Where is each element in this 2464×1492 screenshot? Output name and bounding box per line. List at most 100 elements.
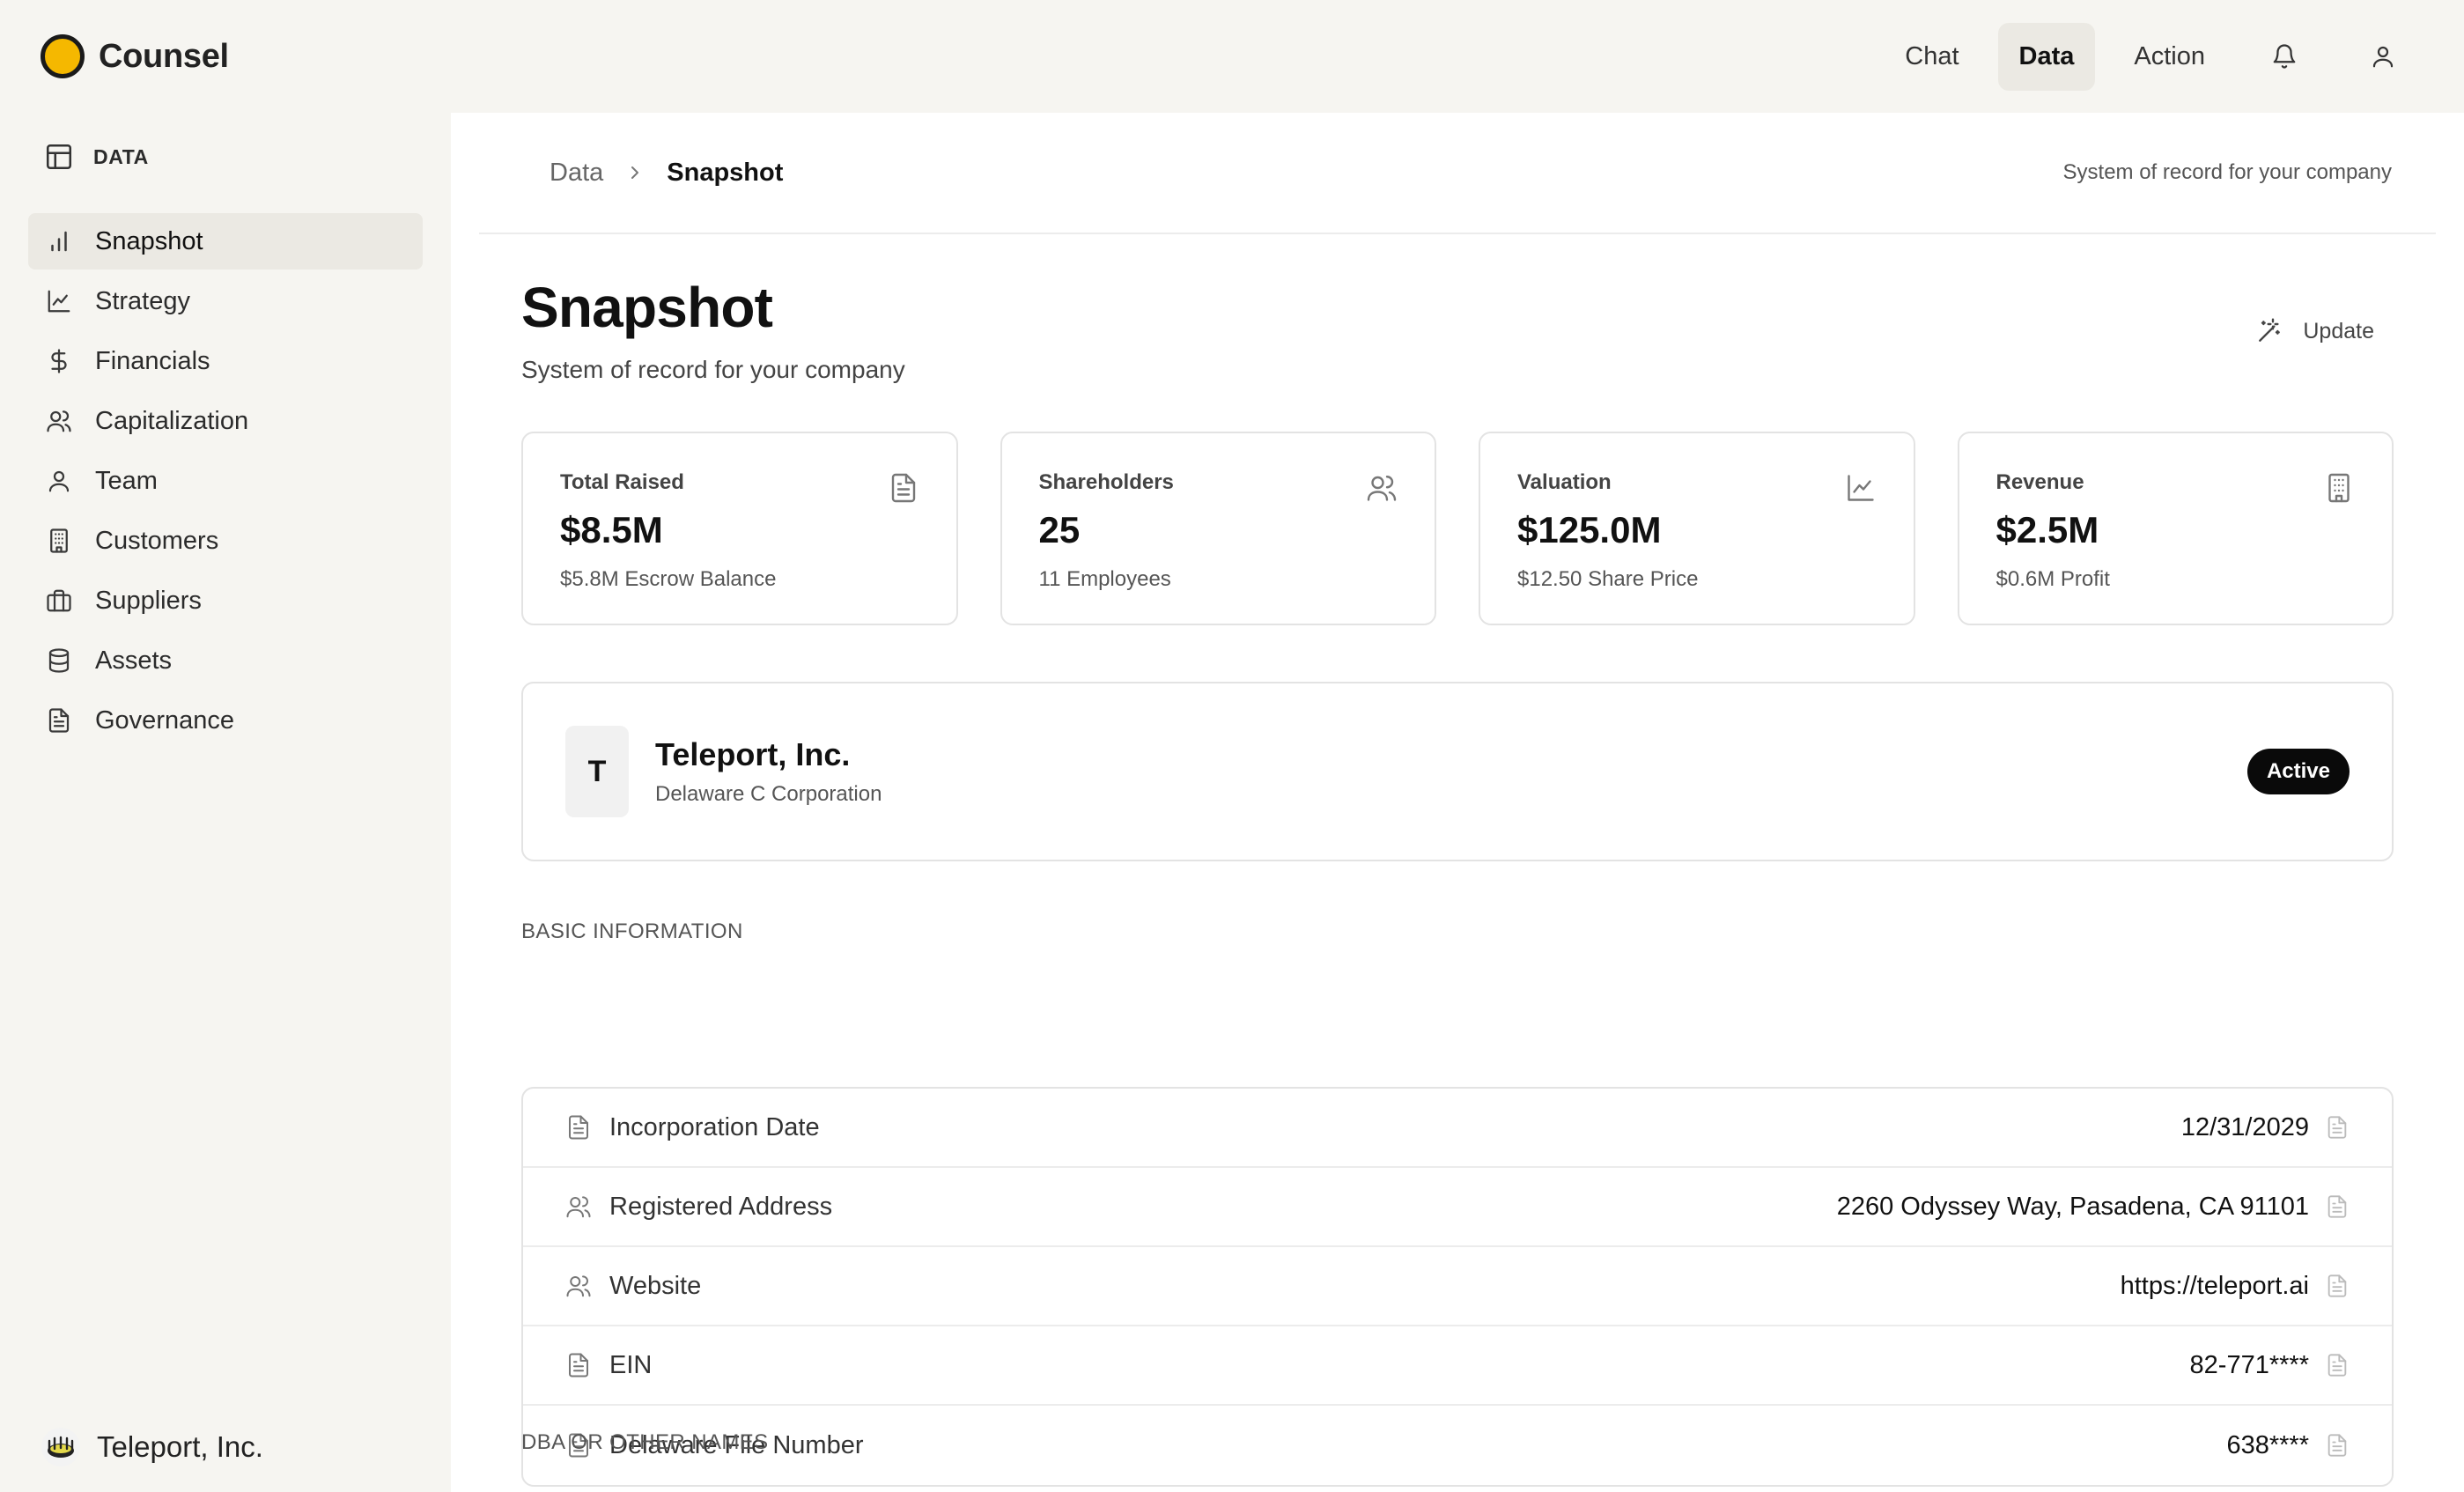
stat-card-shareholders[interactable]: Shareholders 25 11 Employees (1000, 432, 1436, 625)
sidebar-section-header: DATA (28, 130, 423, 183)
update-button[interactable]: Update (2255, 317, 2374, 345)
document-icon (569, 1353, 588, 1378)
source-document-icon[interactable] (2325, 1352, 2350, 1378)
dollar-icon (51, 349, 67, 373)
company-info: Teleport, Inc. Delaware C Corporation (655, 736, 882, 807)
stat-card-valuation[interactable]: Valuation $125.0M $12.50 Share Price (1479, 432, 1915, 625)
stat-subtext: $0.6M Profit (1996, 567, 2110, 591)
magic-wand-icon (2259, 318, 2281, 342)
bar-chart-icon (51, 231, 67, 252)
source-document-icon[interactable] (2325, 1193, 2350, 1220)
info-row-delaware-file-number[interactable]: Delaware File Number 638**** (523, 1406, 2392, 1485)
breadcrumb-link-data[interactable]: Data (550, 159, 603, 188)
stat-subtext: $5.8M Escrow Balance (560, 567, 777, 591)
sidebar-item-label: Capitalization (95, 406, 249, 435)
sidebar-item-customers[interactable]: Customers (28, 513, 423, 569)
stat-value: $8.5M (560, 509, 663, 550)
company-type: Delaware C Corporation (655, 782, 882, 806)
document-icon (48, 708, 70, 733)
sidebar-item-label: Snapshot (95, 226, 203, 255)
info-label: EIN (609, 1350, 653, 1379)
org-switcher[interactable]: Teleport, Inc. (41, 1427, 263, 1467)
stat-value: $2.5M (1996, 509, 2099, 550)
top-bar: Counsel Chat Data Action (0, 0, 2464, 113)
info-row-website[interactable]: Website https://teleport.ai (523, 1247, 2392, 1326)
layout-icon (46, 144, 72, 170)
building-icon (2328, 473, 2350, 503)
sidebar-item-capitalization[interactable]: Capitalization (28, 393, 423, 449)
database-icon (48, 648, 70, 673)
stat-subtext: $12.50 Share Price (1517, 567, 1699, 591)
stat-value: 25 (1038, 509, 1081, 550)
sidebar-item-assets[interactable]: Assets (28, 632, 423, 689)
company-card: T Teleport, Inc. Delaware C Corporation … (521, 682, 2394, 861)
sidebar-item-financials[interactable]: Financials (28, 333, 423, 389)
sidebar-item-label: Team (95, 466, 158, 495)
sidebar-item-snapshot[interactable]: Snapshot (28, 213, 423, 270)
users-icon (47, 410, 71, 432)
page-title: Snapshot (521, 276, 773, 339)
document-icon (891, 473, 915, 503)
sidebar-item-governance[interactable]: Governance (28, 692, 423, 749)
info-value: 12/31/2029 (2180, 1112, 2309, 1141)
info-value[interactable]: https://teleport.ai (2121, 1272, 2309, 1301)
stat-value: $125.0M (1517, 509, 1662, 550)
app-name: Counsel (99, 37, 229, 75)
sidebar: DATA Snapshot Strategy Financials Capita… (0, 113, 451, 1492)
sidebar-item-label: Assets (95, 646, 173, 675)
sidebar-item-label: Financials (95, 346, 210, 375)
source-document-icon[interactable] (2325, 1273, 2350, 1299)
org-name: Teleport, Inc. (97, 1430, 263, 1463)
tab-chat[interactable]: Chat (1884, 23, 1980, 91)
breadcrumb: Data Snapshot (550, 159, 783, 188)
brand[interactable]: Counsel (41, 34, 229, 78)
source-document-icon[interactable] (2325, 1114, 2350, 1141)
info-label: Registered Address (609, 1192, 833, 1221)
user-icon (48, 470, 70, 492)
sidebar-item-team[interactable]: Team (28, 453, 423, 509)
chevron-right-icon (631, 166, 639, 179)
sidebar-item-strategy[interactable]: Strategy (28, 273, 423, 329)
sidebar-item-label: Customers (95, 526, 219, 555)
company-avatar: T (565, 726, 629, 817)
stat-label: Shareholders (1038, 470, 1174, 494)
user-icon[interactable] (2342, 25, 2423, 88)
info-value: 2260 Odyssey Way, Pasadena, CA 91101 (1836, 1192, 2309, 1221)
info-label: Incorporation Date (609, 1112, 820, 1141)
stat-card-total-raised[interactable]: Total Raised $8.5M $5.8M Escrow Balance (521, 432, 958, 625)
update-label: Update (2303, 318, 2374, 343)
users-icon (1367, 476, 1397, 501)
basic-info-table: Incorporation Date 12/31/2029 Registered… (521, 1087, 2394, 1487)
briefcase-icon (47, 589, 71, 612)
breadcrumb-current: Snapshot (667, 158, 784, 187)
stat-subtext: 11 Employees (1038, 567, 1171, 591)
tab-data[interactable]: Data (1997, 22, 2096, 91)
company-name: Teleport, Inc. (655, 736, 851, 772)
document-icon (569, 1115, 588, 1140)
teleport-logo-icon (41, 1428, 80, 1466)
section-title-dba-other-names: DBA OR OTHER NAMES (521, 1430, 769, 1454)
stat-card-revenue[interactable]: Revenue $2.5M $0.6M Profit (1957, 432, 2394, 625)
main-content: Data Snapshot System of record for your … (451, 113, 2464, 1492)
sidebar-section-label: DATA (93, 144, 149, 168)
status-badge: Active (2246, 749, 2350, 794)
breadcrumb-bar: Data Snapshot System of record for your … (479, 113, 2436, 234)
section-title-basic-information: BASIC INFORMATION (521, 920, 743, 943)
users-icon (566, 1196, 591, 1218)
sidebar-item-label: Governance (95, 705, 234, 735)
info-row-incorporation-date[interactable]: Incorporation Date 12/31/2029 (523, 1089, 2392, 1168)
sidebar-item-label: Strategy (95, 286, 190, 315)
stats-row: Total Raised $8.5M $5.8M Escrow Balance … (521, 432, 2394, 625)
tab-action[interactable]: Action (2113, 23, 2226, 91)
info-row-ein[interactable]: EIN 82-771**** (523, 1326, 2392, 1406)
stat-label: Total Raised (560, 470, 684, 494)
line-chart-icon (48, 290, 70, 313)
bell-icon[interactable] (2244, 25, 2325, 88)
sidebar-item-suppliers[interactable]: Suppliers (28, 572, 423, 629)
info-row-registered-address[interactable]: Registered Address 2260 Odyssey Way, Pas… (523, 1168, 2392, 1247)
info-label: Website (609, 1271, 702, 1300)
top-nav: Chat Data Action (1884, 22, 2423, 91)
source-document-icon[interactable] (2325, 1432, 2350, 1459)
sidebar-item-label: Suppliers (95, 586, 202, 615)
counsel-logo-icon (41, 34, 85, 78)
